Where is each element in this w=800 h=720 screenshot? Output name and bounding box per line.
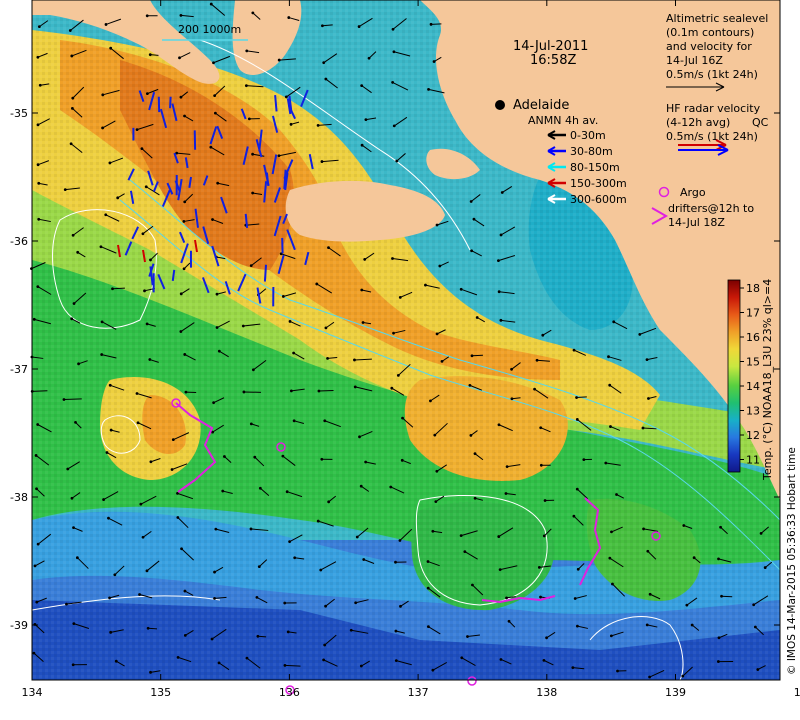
altimetry-legend: Altimetric sealevel (0.1m contours) and … xyxy=(662,8,778,93)
anmn-legend-label: 80-150m xyxy=(570,161,620,174)
lat-tick-label: -35 xyxy=(10,107,28,120)
anmn-legend-label: 30-80m xyxy=(570,145,613,158)
adelaide-marker xyxy=(495,100,505,110)
colorbar-tick: 13 xyxy=(746,405,760,418)
lon-tick-label: 134 xyxy=(22,686,43,699)
altimetry-line-4: 14-Jul 16Z xyxy=(666,54,723,67)
argo-line-3: 14-Jul 18Z xyxy=(668,216,725,229)
argo-line-1: Argo xyxy=(680,186,706,199)
ocean-temperature-map: Adelaide 14-Jul-2011 16:58Z 200 1000m Al… xyxy=(10,0,800,699)
colorbar-label: Temp. (°C) NOAA18_L3U 23% ql>=4 xyxy=(761,279,774,481)
altimetry-line-2: (0.1m contours) xyxy=(666,26,754,39)
lat-tick-label: -38 xyxy=(10,491,28,504)
scale-label: 200 1000m xyxy=(178,23,241,36)
altimetry-line-3: and velocity for xyxy=(666,40,752,53)
credit-text: © IMOS 14-Mar-2015 05:36:33 Hobart time xyxy=(786,447,798,675)
anmn-legend-label: 150-300m xyxy=(570,177,627,190)
lon-tick-label: 135 xyxy=(150,686,171,699)
lat-tick-label: -39 xyxy=(10,619,28,632)
colorbar-tick: 18 xyxy=(746,282,760,295)
colorbar-tick: 15 xyxy=(746,356,760,369)
lon-tick-label: 136 xyxy=(279,686,300,699)
colorbar-gradient xyxy=(727,279,741,473)
lat-tick-label: -37 xyxy=(10,363,28,376)
lon-tick-label: 140 xyxy=(794,686,800,699)
colorbar-tick: 14 xyxy=(746,380,760,393)
anmn-legend-label: 0-30m xyxy=(570,129,606,142)
hf-radar-line-2: (4-12h avg) xyxy=(666,116,730,129)
hf-radar-line-3: 0.5m/s (1kt 24h) xyxy=(666,130,758,143)
colorbar-tick: 16 xyxy=(746,331,760,344)
anmn-title: ANMN 4h av. xyxy=(528,114,598,127)
colorbar-tick: 12 xyxy=(746,429,760,442)
hf-radar-line-1: HF radar velocity xyxy=(666,102,761,115)
lon-tick-label: 139 xyxy=(665,686,686,699)
hf-radar-qc: QC xyxy=(752,116,769,129)
lon-tick-label: 138 xyxy=(536,686,557,699)
map-date: 14-Jul-2011 xyxy=(513,39,588,54)
altimetry-line-1: Altimetric sealevel xyxy=(666,12,768,25)
city-label: Adelaide xyxy=(513,98,569,113)
argo-line-2: drifters@12h to xyxy=(668,202,754,215)
colorbar-tick: 17 xyxy=(746,307,760,320)
anmn-legend-label: 300-600m xyxy=(570,193,627,206)
colorbar-tick: 11 xyxy=(746,454,760,467)
map-time: 16:58Z xyxy=(530,53,576,68)
altimetry-line-5: 0.5m/s (1kt 24h) xyxy=(666,68,758,81)
lon-tick-label: 137 xyxy=(408,686,429,699)
lat-tick-label: -36 xyxy=(10,235,28,248)
